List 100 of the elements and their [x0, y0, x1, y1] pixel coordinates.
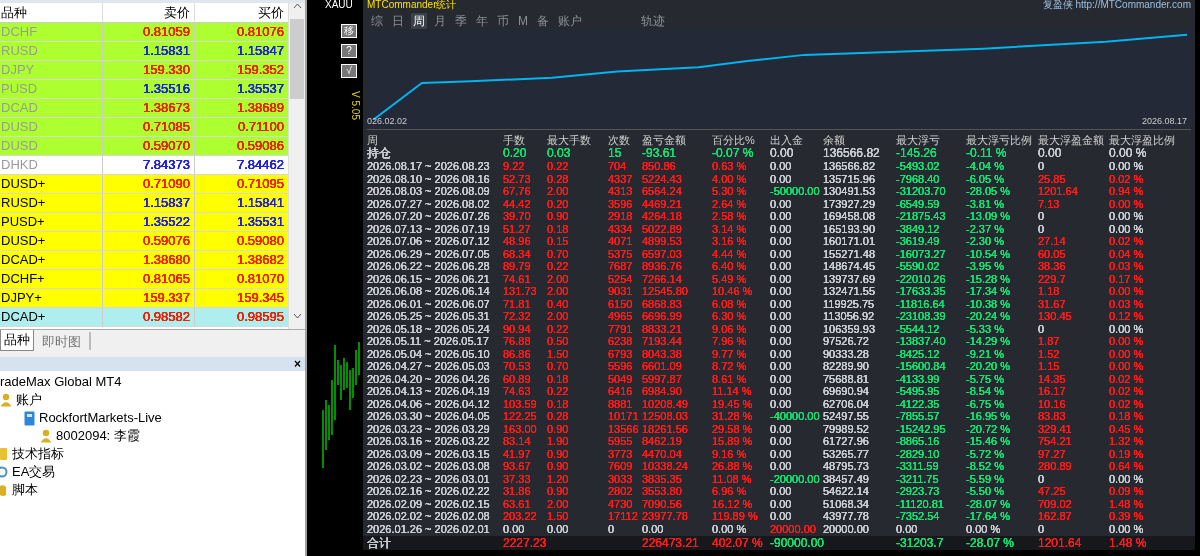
table-cell-text: 0.09 %: [1109, 485, 1145, 498]
table-cell-text: -3.95 %: [966, 260, 1005, 273]
quote-row[interactable]: DUSD+ 0.59076 0.59080: [0, 232, 288, 251]
quote-row[interactable]: PUSD+ 1.35522 1.35531: [0, 213, 288, 232]
column-header[interactable]: 买价: [195, 3, 288, 22]
table-cell-text: 0.70: [547, 247, 570, 260]
price-cell: 1.35522: [143, 214, 190, 229]
table-cell-text: 2026.02.16 ~ 2026.02.22: [367, 485, 491, 498]
table-cell-text: -7968.40: [896, 172, 941, 185]
column-header[interactable]: 卖价: [103, 3, 195, 22]
table-cell-text: 6.08 %: [712, 297, 748, 310]
table-cell-text: -9.21 %: [966, 347, 1005, 360]
table-cell-text: -5.50 %: [966, 485, 1005, 498]
table-cell-text: 2026.07.20 ~ 2026.07.26: [367, 210, 491, 223]
price-cell: 159.352: [237, 62, 284, 77]
tab[interactable]: 即时图: [34, 332, 91, 350]
tree-item[interactable]: 技术指标: [12, 444, 64, 464]
tree-item[interactable]: RockfortMarkets-Live: [39, 408, 162, 428]
table-cell-text: -4122.35: [896, 397, 941, 410]
table-cell-text: -13837.40: [896, 335, 947, 348]
tree-item[interactable]: 8002094: 李霞: [56, 426, 140, 446]
table-cell-text: 0.22: [547, 260, 570, 273]
table-cell-text: 0.28: [547, 172, 570, 185]
tab[interactable]: 币: [495, 12, 511, 29]
table-cell-text: 5049: [608, 372, 634, 385]
column-header[interactable]: 品种: [0, 3, 103, 22]
tree-item[interactable]: EA交易: [12, 462, 56, 482]
table-cell-text: 5375: [608, 247, 634, 260]
table-cell-text: 2026.05.25 ~ 2026.05.31: [367, 310, 491, 323]
table-cell-text: 0.00: [770, 435, 793, 448]
table-cell-text: 3.14 %: [712, 222, 748, 235]
table-cell-text: 402.07 %: [712, 536, 764, 550]
table-cell-text: 119925.75: [823, 297, 876, 310]
table-cell-text: 3553.80: [642, 485, 683, 498]
tab[interactable]: 年: [474, 12, 490, 29]
table-cell-text: 155271.48: [823, 247, 876, 260]
panel-title: MTCommander统计: [367, 0, 457, 10]
table-cell-text: 83.83: [1038, 410, 1067, 423]
table-cell-text: -11120.81: [896, 497, 945, 510]
close-button[interactable]: ×: [294, 358, 301, 370]
table-cell-text: 3596: [608, 197, 634, 210]
tab[interactable]: 账户: [556, 12, 584, 29]
tab[interactable]: 月: [432, 12, 448, 29]
table-cell-text: 2026.05.18 ~ 2026.05.24: [367, 322, 491, 335]
tab[interactable]: 周: [411, 12, 427, 29]
table-cell-text: 15: [608, 147, 623, 160]
folder-icon: [0, 447, 8, 461]
tab[interactable]: 日: [390, 12, 406, 29]
table-cell-text: 0.00: [503, 522, 526, 535]
table-cell-text: 0.90: [547, 210, 570, 223]
tree-item[interactable]: 脚本: [12, 480, 38, 500]
table-cell-text: -17.34 %: [966, 285, 1012, 298]
table-cell-text: 38.36: [1038, 260, 1067, 273]
table-cell-text: 0.18: [547, 372, 570, 385]
table-cell-text: 48.96: [503, 235, 532, 248]
quote-row[interactable]: DCAD+ 0.98582 0.98595: [0, 308, 288, 327]
tab[interactable]: 季: [453, 12, 469, 29]
table-cell-text: -3849.12: [896, 222, 941, 235]
table-cell-text: 2026.05.11 ~ 2026.05.17: [367, 335, 490, 348]
table-cell-text: 2026.03.02 ~ 2026.03.08: [367, 460, 491, 473]
table-cell-text: 0.00: [770, 385, 793, 398]
chart-button[interactable]: 移: [341, 24, 357, 38]
table-cell-text: 0.18: [547, 222, 570, 235]
tab[interactable]: M: [516, 12, 530, 29]
table-cell-text: 12545.80: [642, 285, 689, 298]
quote-row[interactable]: DCHF+ 0.81065 0.81070: [0, 270, 288, 289]
tab[interactable]: 品种: [0, 330, 34, 351]
scrollbar[interactable]: [288, 3, 305, 329]
tab[interactable]: 轨迹: [639, 12, 667, 29]
quote-row[interactable]: DJPY+ 159.337 159.345: [0, 289, 288, 308]
axis-label: 2026.08.17: [1141, 114, 1187, 128]
table-cell-text: -6549.59: [896, 197, 941, 210]
quote-row[interactable]: DCAD+ 1.38680 1.38682: [0, 251, 288, 270]
tree-item[interactable]: radeMax Global MT4: [0, 372, 122, 392]
table-cell-text: -0.11 %: [966, 147, 1008, 160]
table-cell-text: -50000.00: [770, 185, 821, 198]
price-cell: 7.84373: [143, 157, 190, 172]
table-cell-text: 0.50: [547, 335, 570, 348]
table-cell-text: 0.00 %: [1109, 147, 1148, 160]
tab[interactable]: 备: [535, 12, 551, 29]
chart-button[interactable]: ?: [341, 44, 357, 58]
table-cell-text: 0.00 %: [1109, 322, 1145, 335]
table-cell-text: -3.81 %: [966, 197, 1005, 210]
table-cell-text: 13566: [608, 422, 640, 435]
table-cell-text: 6868.83: [642, 297, 683, 310]
table-cell-text: 0: [1038, 522, 1046, 535]
table-cell-text: 14.35: [1038, 372, 1067, 385]
tab[interactable]: 综: [369, 12, 385, 29]
table-cell-text: 9.77 %: [712, 347, 748, 360]
table-cell-text: -2829.10: [896, 447, 941, 460]
table-cell-text: 5997.87: [642, 372, 683, 385]
table-cell-text: 0.00: [770, 197, 793, 210]
chart-button[interactable]: √: [341, 64, 357, 78]
quote-row[interactable]: DUSD+ 0.71090 0.71095: [0, 175, 288, 194]
quote-row[interactable]: RUSD+ 1.15837 1.15841: [0, 194, 288, 213]
tree-item[interactable]: 账户: [16, 390, 42, 410]
table-cell-text: -5495.95: [896, 385, 941, 398]
table-cell-text: 52497.55: [823, 410, 870, 423]
brand-link[interactable]: 复盈侠 http://MTCommander.com: [1042, 0, 1191, 10]
scroll-thumb[interactable]: [290, 19, 304, 99]
